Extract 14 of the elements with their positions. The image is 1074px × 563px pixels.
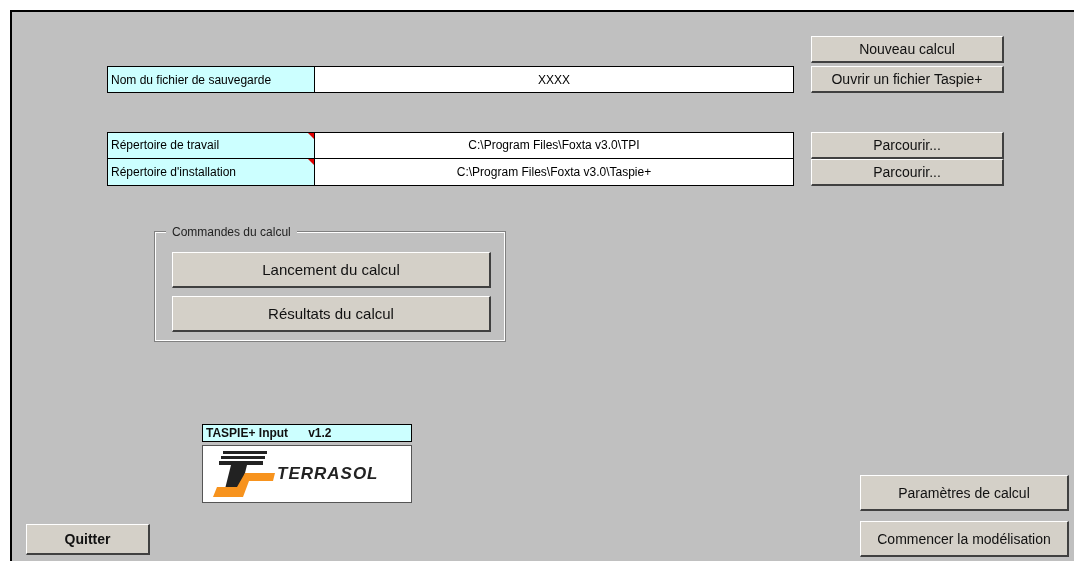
open-file-button[interactable]: Ouvrir un fichier Taspie+ xyxy=(811,66,1004,93)
logo-text: TERRASOL xyxy=(277,464,379,484)
new-button[interactable]: Nouveau calcul xyxy=(811,36,1004,63)
action-button[interactable]: Paramètres de calcul xyxy=(860,475,1069,511)
command-button[interactable]: Lancement du calcul xyxy=(172,252,491,288)
quit-button[interactable]: Quitter xyxy=(26,524,150,555)
group-title: Commandes du calcul xyxy=(166,225,297,239)
command-button[interactable]: Résultats du calcul xyxy=(172,296,491,332)
action-button[interactable]: Commencer la modélisation xyxy=(860,521,1069,557)
browse-button[interactable]: Parcourir... xyxy=(811,159,1004,186)
app-name: TASPIE+ Input xyxy=(206,426,289,440)
version-number: v1.2 xyxy=(308,426,332,440)
browse-button[interactable]: Parcourir... xyxy=(811,131,1004,159)
logo-mark-icon xyxy=(211,451,275,497)
